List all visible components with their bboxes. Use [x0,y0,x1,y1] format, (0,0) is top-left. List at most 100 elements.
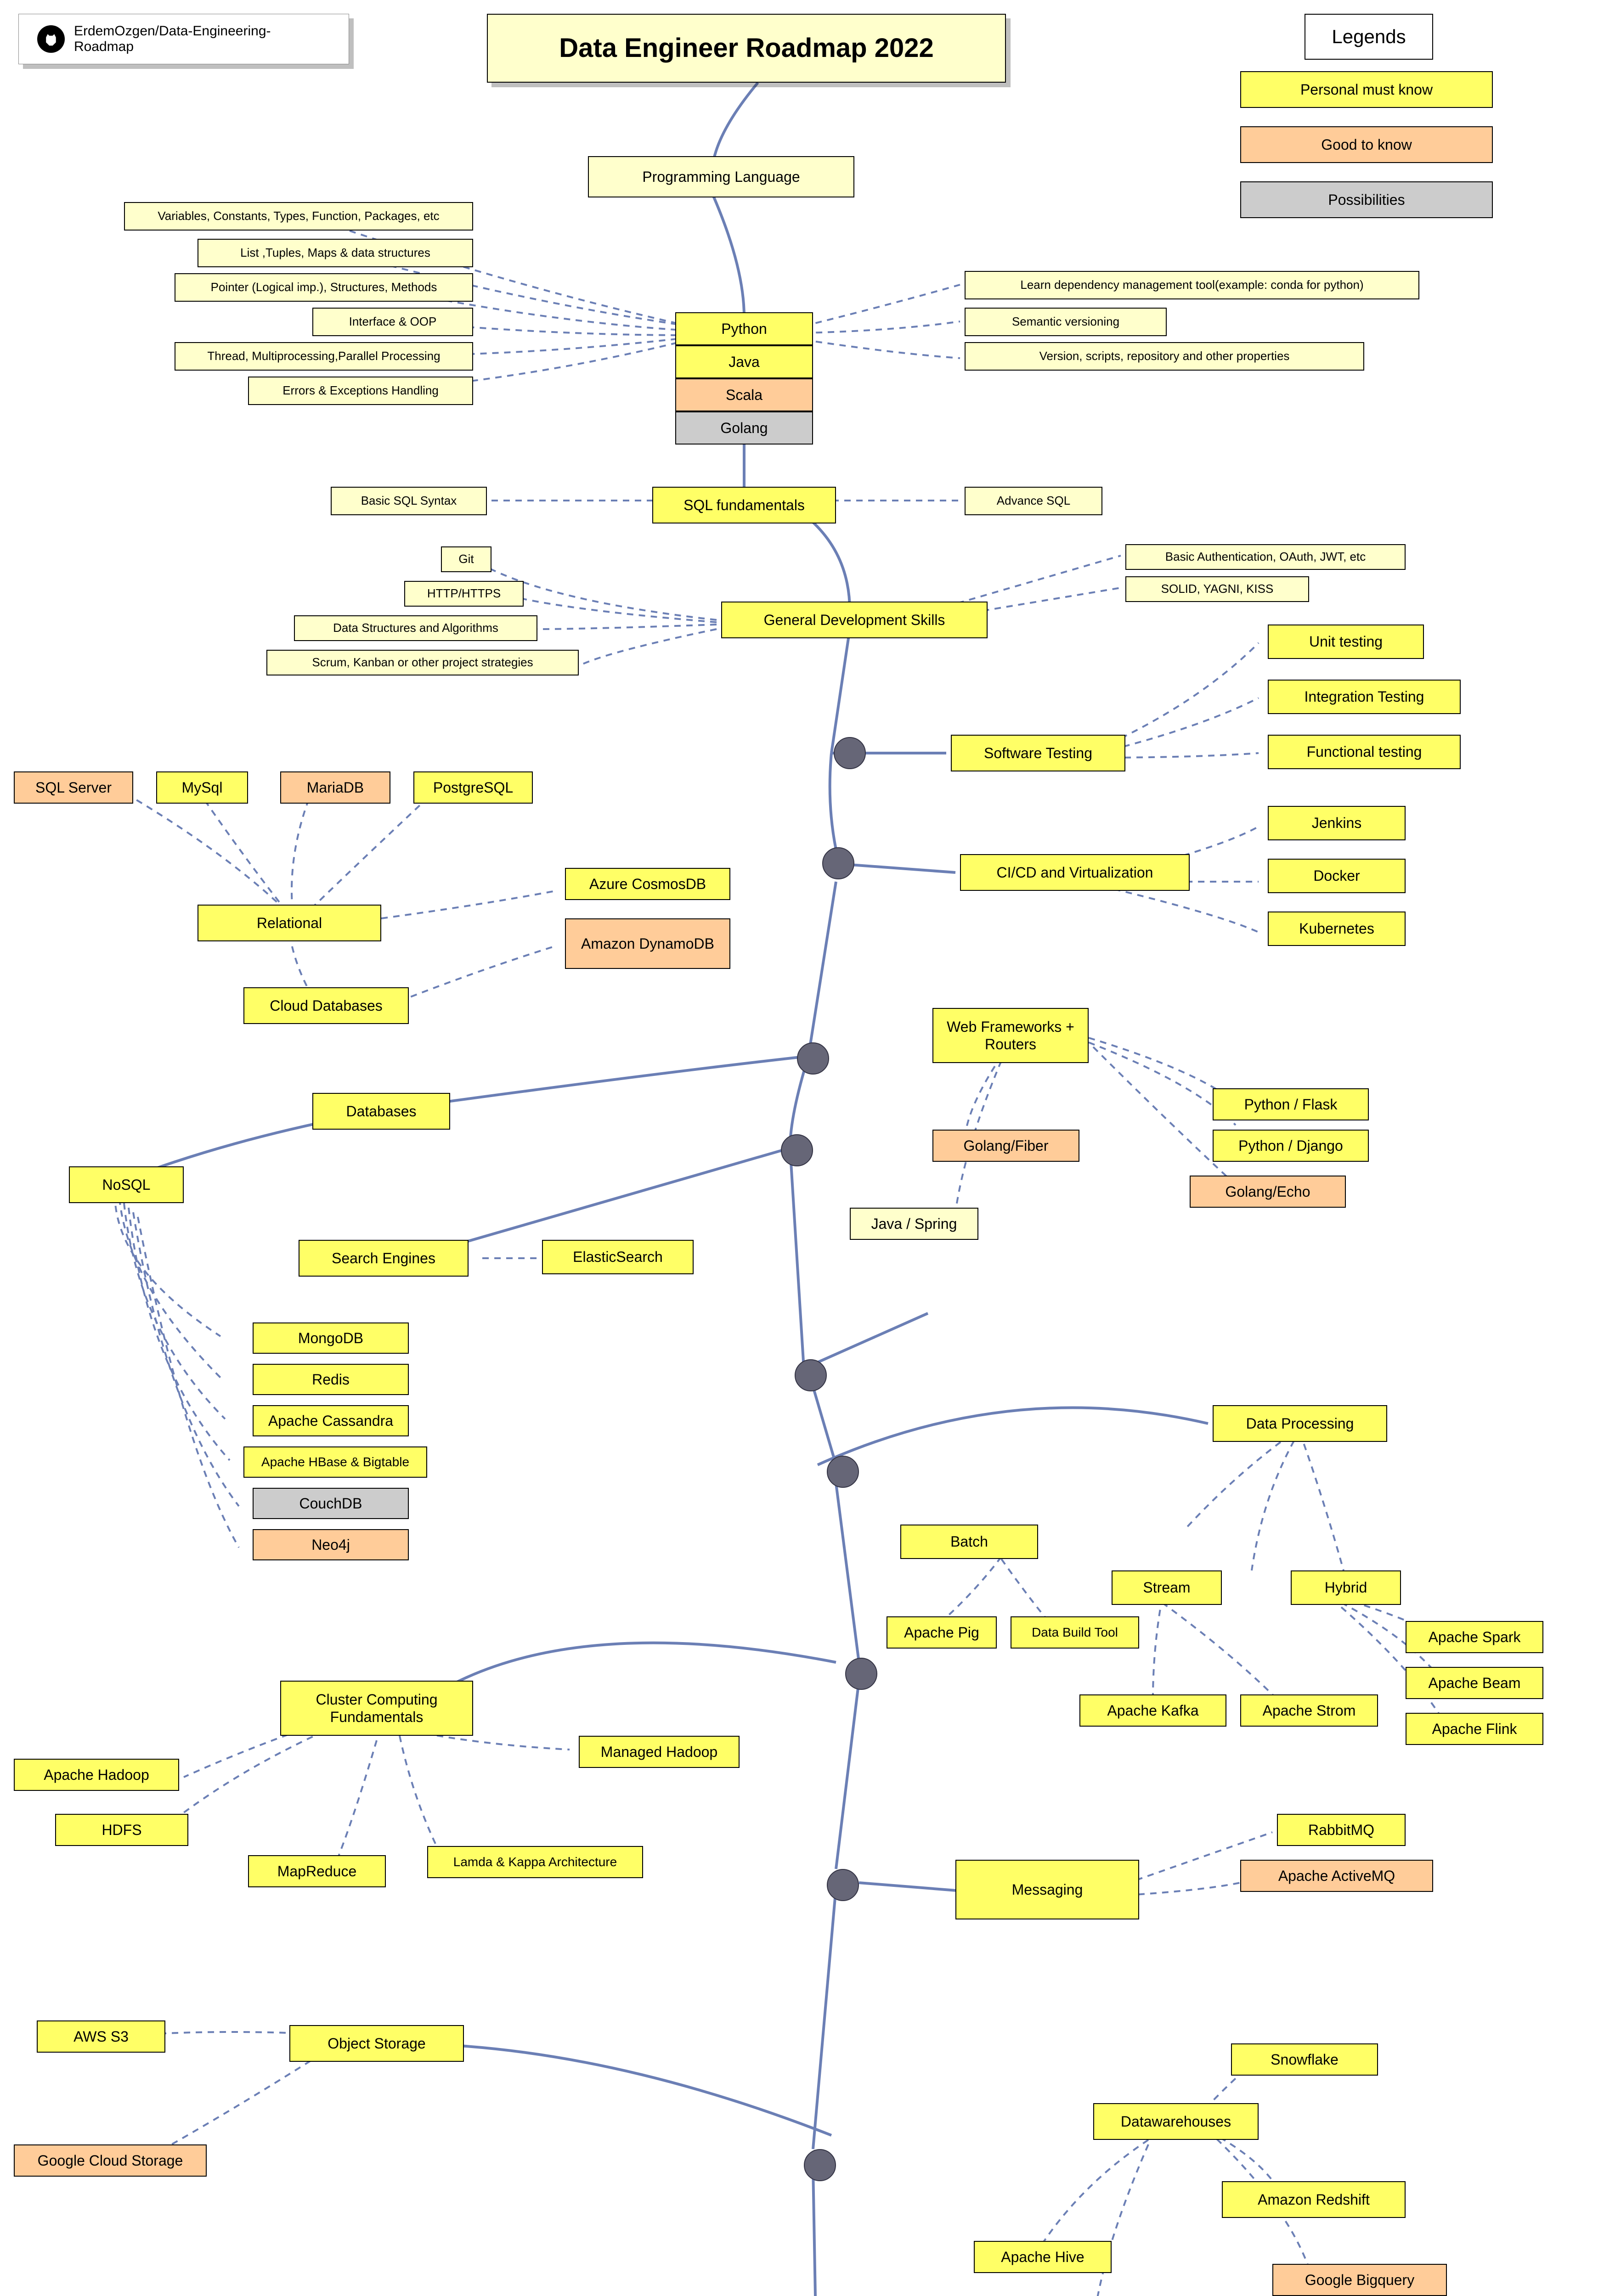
dproc: Data Processing [1213,1405,1387,1442]
neo: Neo4j [253,1529,409,1560]
mhadoop: Managed Hadoop [579,1736,740,1768]
github-repo-text: ErdemOzgen/Data-Engineering-Roadmap [74,23,330,55]
py-vcs: Version, scripts, repository and other p… [965,342,1364,371]
stream: Stream [1112,1570,1222,1605]
py-vars: Variables, Constants, Types, Function, P… [124,202,473,231]
databases: Databases [312,1093,450,1130]
mapred: MapReduce [248,1855,386,1887]
scala: Scala [675,378,813,411]
storm: Apache Strom [1240,1694,1378,1727]
docker: Docker [1268,859,1406,893]
py-interface: Interface & OOP [312,308,473,336]
legend-good: Good to know [1240,126,1493,163]
general-dev-skills: General Development Skills [721,602,988,638]
git: Git [441,546,491,572]
webfw: Web Frameworks + Routers [932,1008,1089,1063]
hbase: Apache HBase & Bigtable [243,1446,427,1478]
java: Java [675,345,813,378]
redis: Redis [253,1364,409,1395]
hub-1 [834,737,866,769]
dbt: Data Build Tool [1011,1616,1139,1649]
kafka: Apache Kafka [1079,1694,1226,1727]
rabbit: RabbitMQ [1277,1814,1406,1846]
py-thread: Thread, Multiprocessing,Parallel Process… [175,342,473,371]
flask: Python / Flask [1213,1088,1369,1120]
auth: Basic Authentication, OAuth, JWT, etc [1125,544,1406,570]
relational: Relational [198,905,381,941]
beam: Apache Beam [1406,1667,1543,1699]
py-errors: Errors & Exceptions Handling [248,377,473,405]
http: HTTP/HTTPS [404,581,524,607]
py-semver: Semantic versioning [965,308,1167,336]
hive: Apache Hive [974,2241,1112,2273]
scrum: Scrum, Kanban or other project strategie… [266,650,579,675]
legend-title: Legends [1305,14,1433,60]
solid: SOLID, YAGNI, KISS [1125,576,1309,602]
hub-dp1 [795,1359,827,1391]
cosmos: Azure CosmosDB [565,868,730,900]
testing: Software Testing [951,735,1125,771]
hub-2 [822,847,854,879]
objstore: Object Storage [289,2025,464,2062]
jenkins: Jenkins [1268,806,1406,840]
django: Python / Django [1213,1130,1369,1162]
sql-basic: Basic SQL Syntax [331,487,487,515]
unit: Unit testing [1268,625,1424,659]
bigquery: Google Bigquery [1272,2264,1447,2296]
py-dep: Learn dependency management tool(example… [965,271,1419,299]
programming-language: Programming Language [588,156,854,197]
hub-web [781,1134,813,1166]
elastic: ElasticSearch [542,1240,694,1274]
hadoop: Apache Hadoop [14,1759,179,1791]
github-icon [37,25,65,53]
flink: Apache Flink [1406,1713,1543,1745]
sqlserver: SQL Server [14,771,133,804]
cassandra: Apache Cassandra [253,1405,409,1436]
title: Data Engineer Roadmap 2022 [487,14,1006,83]
integ: Integration Testing [1268,680,1461,714]
hub-cc [845,1658,877,1690]
dynamo: Amazon DynamoDB [565,918,730,969]
pig: Apache Pig [887,1616,997,1649]
nosql: NoSQL [69,1166,184,1203]
sql-adv: Advance SQL [965,487,1102,515]
py-list: List ,Tuples, Maps & data structures [198,239,473,267]
dwh: Datawarehouses [1093,2103,1259,2140]
postgres: PostgreSQL [413,771,533,804]
hub-dp2 [827,1456,859,1488]
batch: Batch [900,1525,1038,1559]
legend-poss: Possibilities [1240,181,1493,218]
hub-db [797,1042,829,1075]
hub-msg [827,1869,859,1901]
hub-dwh [804,2149,836,2181]
py-pointer: Pointer (Logical imp.), Structures, Meth… [175,273,473,302]
gcs: Google Cloud Storage [14,2144,207,2177]
github-repo-badge[interactable]: ErdemOzgen/Data-Engineering-Roadmap [18,14,349,64]
hdfs: HDFS [55,1814,188,1846]
dsa: Data Structures and Algorithms [294,615,537,641]
func: Functional testing [1268,735,1461,769]
hybrid: Hybrid [1291,1570,1401,1605]
spark: Apache Spark [1406,1621,1543,1653]
fiber: Golang/Fiber [932,1130,1079,1162]
spring: Java / Spring [850,1208,978,1240]
cicd: CI/CD and Virtualization [960,854,1190,891]
mysql: MySql [156,771,248,804]
python: Python [675,312,813,345]
golang: Golang [675,411,813,445]
messaging: Messaging [955,1860,1139,1919]
echo: Golang/Echo [1190,1176,1346,1208]
search: Search Engines [299,1240,469,1277]
redshift: Amazon Redshift [1222,2181,1406,2218]
activemq: Apache ActiveMQ [1240,1860,1433,1892]
clouddb: Cloud Databases [243,987,409,1024]
ccf: Cluster Computing Fundamentals [280,1681,473,1736]
s3: AWS S3 [37,2020,165,2053]
couch: CouchDB [253,1488,409,1519]
legend-personal: Personal must know [1240,71,1493,108]
sql-fundamentals: SQL fundamentals [652,487,836,523]
kube: Kubernetes [1268,912,1406,946]
lamda: Lamda & Kappa Architecture [427,1846,643,1878]
mongo: MongoDB [253,1322,409,1354]
snowflake: Snowflake [1231,2043,1378,2076]
